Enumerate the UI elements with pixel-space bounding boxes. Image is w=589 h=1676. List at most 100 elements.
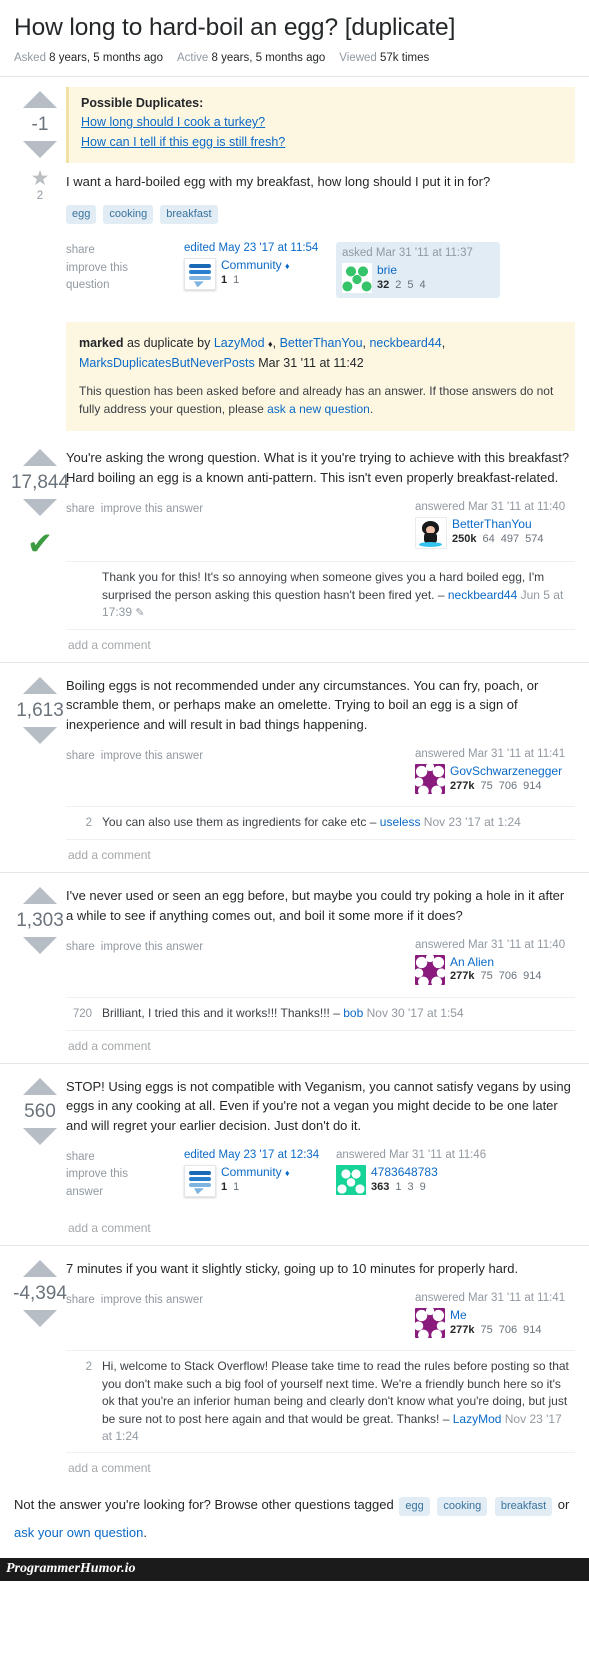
- share-link[interactable]: share: [66, 939, 95, 956]
- duplicate-link-2[interactable]: How can I tell if this egg is still fres…: [81, 133, 563, 152]
- comment-author[interactable]: useless: [380, 815, 421, 829]
- editor-reputation: 1: [221, 273, 228, 286]
- answer-1-author-card: answered Mar 31 '11 at 11:40 BetterThanY…: [415, 501, 575, 550]
- comment: 720 Brilliant, I tried this and it works…: [66, 997, 575, 1030]
- edited-timestamp[interactable]: edited May 23 '17 at 12:34: [184, 1149, 336, 1161]
- comment-author[interactable]: neckbeard44: [448, 588, 517, 602]
- add-comment-link[interactable]: add a comment: [66, 1452, 575, 1483]
- answer-4-vote-column: 560: [14, 1074, 66, 1145]
- ask-own-question-link[interactable]: ask your own question: [14, 1525, 143, 1540]
- answer-3-comments: 720 Brilliant, I tried this and it works…: [66, 997, 575, 1063]
- editor-reputation: 1: [221, 1180, 228, 1193]
- question-meta-row: share improve this question edited May 2…: [66, 228, 575, 310]
- tag-cooking[interactable]: cooking: [103, 205, 154, 225]
- editor-name[interactable]: Community ♦: [221, 1165, 290, 1179]
- answer-4-text: STOP! Using eggs is not compatible with …: [66, 1078, 571, 1133]
- badge-silver: 3: [407, 1180, 414, 1193]
- community-avatar[interactable]: [184, 1165, 216, 1198]
- marked-line: marked as duplicate by LazyMod ♦, Better…: [79, 336, 446, 370]
- stat-asked: Asked 8 years, 5 months ago: [14, 52, 163, 64]
- marked-user-1[interactable]: LazyMod: [214, 336, 265, 350]
- improve-answer-link[interactable]: improve this answer: [101, 501, 203, 518]
- share-link[interactable]: share: [66, 1292, 95, 1309]
- author-name[interactable]: Me: [450, 1308, 541, 1322]
- purple-identicon-avatar[interactable]: [415, 764, 445, 795]
- marked-user-2[interactable]: BetterThanYou: [280, 336, 363, 350]
- community-avatar[interactable]: [184, 258, 216, 291]
- upvote-arrow-icon[interactable]: [23, 449, 57, 467]
- improve-answer-link-line2[interactable]: answer: [66, 1184, 184, 1201]
- edited-timestamp[interactable]: edited May 23 '17 at 11:54: [184, 242, 336, 254]
- answer-2-meta-row: share improve this answer answered Mar 3…: [66, 734, 575, 806]
- editor-name[interactable]: Community ♦: [221, 258, 290, 272]
- answer-1-meta-row: share improve this answer answered Mar 3…: [66, 487, 575, 561]
- upvote-arrow-icon[interactable]: [23, 676, 57, 694]
- upvote-arrow-icon[interactable]: [23, 91, 57, 109]
- author-name[interactable]: 4783648783: [371, 1165, 438, 1179]
- marked-user-4[interactable]: MarksDuplicatesButNeverPosts: [79, 356, 255, 370]
- upvote-arrow-icon[interactable]: [23, 1077, 57, 1095]
- improve-answer-link[interactable]: improve this answer: [101, 748, 203, 765]
- answer-2-comments: 2 You can also use them as ingredients f…: [66, 806, 575, 872]
- comment-score: 2: [85, 1361, 92, 1374]
- moderator-diamond-icon: ♦: [285, 1168, 290, 1179]
- answered-timestamp: answered Mar 31 '11 at 11:40: [415, 939, 566, 952]
- upvote-arrow-icon[interactable]: [23, 1259, 57, 1277]
- favorite-control[interactable]: ★ 2: [31, 168, 50, 202]
- star-icon[interactable]: ★: [31, 168, 50, 189]
- downvote-arrow-icon[interactable]: [23, 937, 57, 955]
- tag-egg[interactable]: egg: [66, 205, 97, 225]
- badge-bronze: 914: [523, 1323, 542, 1336]
- add-comment-link[interactable]: add a comment: [66, 1029, 575, 1061]
- asker-name[interactable]: brie: [377, 263, 426, 277]
- improve-link-line2[interactable]: question: [66, 277, 184, 294]
- downvote-arrow-icon[interactable]: [23, 141, 57, 159]
- asker-reps: 32 2 5 4: [377, 279, 426, 291]
- answered-timestamp: answered Mar 31 '11 at 11:41: [415, 748, 566, 761]
- downvote-arrow-icon[interactable]: [23, 1309, 57, 1327]
- downvote-arrow-icon[interactable]: [23, 1127, 57, 1145]
- downvote-arrow-icon[interactable]: [23, 726, 57, 744]
- share-link[interactable]: share: [66, 1149, 184, 1166]
- improve-answer-link-line1[interactable]: improve this: [66, 1166, 184, 1183]
- comment-author[interactable]: bob: [343, 1006, 363, 1020]
- author-name[interactable]: BetterThanYou: [452, 517, 543, 531]
- answer-3-actions: share improve this answer: [66, 939, 415, 956]
- asker-badge-silver: 5: [407, 278, 414, 291]
- improve-link-line1[interactable]: improve this: [66, 260, 184, 277]
- add-comment-link[interactable]: add a comment: [66, 839, 575, 870]
- editor-badge-1: 1: [233, 1180, 240, 1193]
- share-link[interactable]: share: [66, 501, 95, 518]
- footer-tag-cooking[interactable]: cooking: [437, 1496, 488, 1516]
- share-link[interactable]: share: [66, 748, 95, 765]
- edit-pencil-icon[interactable]: ✎: [135, 607, 144, 619]
- improve-answer-link[interactable]: improve this answer: [101, 1292, 203, 1309]
- add-comment-link[interactable]: add a comment: [66, 1213, 575, 1243]
- comment-author[interactable]: LazyMod: [453, 1412, 502, 1426]
- teal-identicon-avatar[interactable]: [336, 1165, 366, 1196]
- answer-4-author-info: 4783648783 363 1 3 9: [371, 1165, 438, 1192]
- purple-identicon-avatar[interactable]: [415, 1308, 445, 1339]
- duplicate-link-1[interactable]: How long should I cook a turkey?: [81, 113, 563, 132]
- upvote-arrow-icon[interactable]: [23, 887, 57, 905]
- marked-duplicate-notice: marked as duplicate by LazyMod ♦, Better…: [66, 322, 575, 432]
- possible-duplicates-title: Possible Duplicates:: [81, 96, 204, 111]
- editor-reps: 1 1: [221, 274, 290, 286]
- asker-avatar[interactable]: [342, 263, 372, 294]
- author-name[interactable]: An Alien: [450, 955, 541, 969]
- tag-breakfast[interactable]: breakfast: [160, 205, 218, 225]
- add-comment-link[interactable]: add a comment: [66, 628, 575, 660]
- octocat-avatar[interactable]: [415, 517, 447, 550]
- footer-tag-egg[interactable]: egg: [399, 1496, 430, 1516]
- marked-user-3[interactable]: neckbeard44: [369, 336, 441, 350]
- improve-answer-link[interactable]: improve this answer: [101, 939, 203, 956]
- footer-tag-breakfast[interactable]: breakfast: [494, 1496, 553, 1516]
- author-reps: 277k 75 706 914: [450, 970, 541, 982]
- purple-identicon-avatar[interactable]: [415, 955, 445, 986]
- author-name[interactable]: GovSchwarzenegger: [450, 764, 562, 778]
- comment: 2 You can also use them as ingredients f…: [66, 806, 575, 839]
- asker-badge-gold: 2: [395, 278, 402, 291]
- share-link[interactable]: share: [66, 242, 184, 259]
- downvote-arrow-icon[interactable]: [23, 499, 57, 517]
- ask-new-question-link[interactable]: ask a new question: [267, 402, 370, 416]
